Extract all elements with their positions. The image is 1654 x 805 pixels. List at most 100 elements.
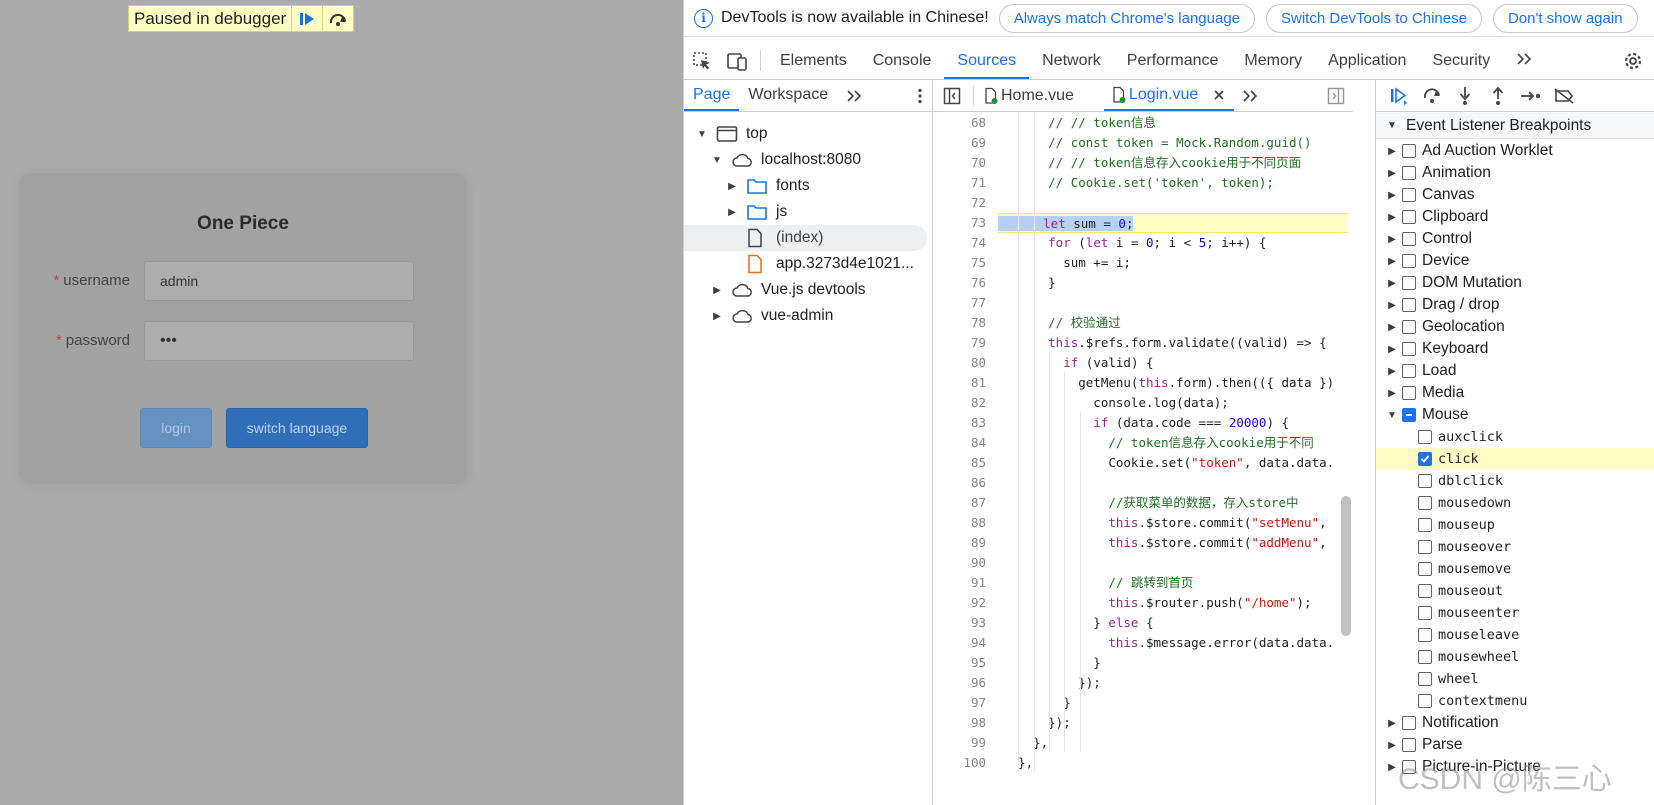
switch-language-button[interactable]: switch language [226, 408, 368, 448]
breakpoint-category-load[interactable]: ▶ Load [1376, 360, 1654, 382]
breakpoint-category-geolocation[interactable]: ▶ Geolocation [1376, 316, 1654, 338]
breakpoint-category-control[interactable]: ▶ Control [1376, 228, 1654, 250]
line-number[interactable]: 86 [933, 473, 986, 493]
navigator-menu-button[interactable] [908, 80, 932, 111]
navigator-more-tabs-button[interactable] [837, 80, 871, 111]
step-over-button[interactable] [322, 6, 353, 31]
line-number[interactable]: 69 [933, 133, 986, 153]
tree-item-vue-devtools[interactable]: ▶ Vue.js devtools [711, 277, 865, 303]
breakpoint-checkbox[interactable] [1402, 342, 1416, 356]
breakpoint-checkbox[interactable] [1402, 254, 1416, 268]
breakpoint-category-keyboard[interactable]: ▶ Keyboard [1376, 338, 1654, 360]
line-number[interactable]: 81 [933, 373, 986, 393]
event-listener-breakpoints-header[interactable]: ▼ Event Listener Breakpoints [1376, 113, 1654, 139]
breakpoint-event-mouseleave[interactable]: mouseleave [1376, 624, 1654, 646]
line-number[interactable]: 75 [933, 253, 986, 273]
breakpoint-category-mouse[interactable]: ▼ Mouse [1376, 404, 1654, 426]
breakpoint-category-ad-auction-worklet[interactable]: ▶ Ad Auction Worklet [1376, 140, 1654, 162]
breakpoint-checkbox[interactable] [1418, 672, 1432, 686]
tree-item-index[interactable]: (index) [684, 225, 927, 251]
step-out-button[interactable] [1481, 82, 1514, 110]
device-toolbar-button[interactable] [719, 42, 754, 79]
breakpoint-category-canvas[interactable]: ▶ Canvas [1376, 184, 1654, 206]
inspect-element-button[interactable] [684, 42, 719, 79]
step-button[interactable] [1514, 82, 1547, 110]
line-number[interactable]: 95 [933, 653, 986, 673]
breakpoint-checkbox[interactable] [1418, 540, 1432, 554]
breakpoint-category-parse[interactable]: ▶ Parse [1376, 734, 1654, 756]
breakpoint-checkbox[interactable] [1418, 452, 1432, 466]
vertical-scrollbar[interactable] [1341, 496, 1351, 636]
breakpoint-event-click[interactable]: click [1376, 448, 1654, 470]
code-view[interactable]: 68 69 70 71 72 73 74 75 76 77 78 79 80 81 82 83 84 85 86 87… [933, 112, 1353, 805]
dont-show-again-button[interactable]: Don't show again [1492, 3, 1638, 33]
step-over-button[interactable] [1415, 82, 1448, 110]
breakpoint-checkbox[interactable] [1402, 276, 1416, 290]
breakpoint-event-mouseenter[interactable]: mouseenter [1376, 602, 1654, 624]
breakpoint-checkbox[interactable] [1402, 364, 1416, 378]
breakpoint-checkbox[interactable] [1418, 474, 1432, 488]
breakpoint-checkbox[interactable] [1402, 320, 1416, 334]
line-number[interactable]: 90 [933, 553, 986, 573]
tree-item-top[interactable]: ▼ top [696, 121, 768, 147]
tab-application[interactable]: Application [1315, 42, 1419, 79]
resume-button[interactable] [291, 6, 322, 31]
line-number[interactable]: 93 [933, 613, 986, 633]
line-number[interactable]: 91 [933, 573, 986, 593]
breakpoint-checkbox[interactable] [1402, 166, 1416, 180]
line-number[interactable]: 94 [933, 633, 986, 653]
tab-memory[interactable]: Memory [1231, 42, 1315, 79]
tree-item-vue-admin[interactable]: ▶ vue-admin [711, 303, 833, 329]
line-number[interactable]: 80 [933, 353, 986, 373]
breakpoint-category-animation[interactable]: ▶ Animation [1376, 162, 1654, 184]
switch-to-chinese-button[interactable]: Switch DevTools to Chinese [1266, 3, 1482, 33]
breakpoint-checkbox[interactable] [1402, 298, 1416, 312]
tab-elements[interactable]: Elements [767, 42, 860, 79]
tab-performance[interactable]: Performance [1114, 42, 1232, 79]
tab-security[interactable]: Security [1419, 42, 1503, 79]
editor-tab-login-vue[interactable]: Login.vue [1103, 80, 1235, 111]
breakpoint-event-auxclick[interactable]: auxclick [1376, 426, 1654, 448]
breakpoint-checkbox[interactable] [1418, 562, 1432, 576]
breakpoint-checkbox[interactable] [1402, 386, 1416, 400]
breakpoint-checkbox[interactable] [1418, 606, 1432, 620]
line-number[interactable]: 79 [933, 333, 986, 353]
breakpoint-event-mouseup[interactable]: mouseup [1376, 514, 1654, 536]
breakpoint-category-dom-mutation[interactable]: ▶ DOM Mutation [1376, 272, 1654, 294]
line-number[interactable]: 98 [933, 713, 986, 733]
breakpoint-checkbox[interactable] [1402, 232, 1416, 246]
tree-item-localhost[interactable]: ▼ localhost:8080 [711, 147, 861, 173]
username-input[interactable]: admin [144, 261, 414, 301]
breakpoint-event-dblclick[interactable]: dblclick [1376, 470, 1654, 492]
line-number[interactable]: 83 [933, 413, 986, 433]
line-number[interactable]: 72 [933, 193, 986, 213]
settings-button[interactable] [1616, 42, 1650, 80]
line-number[interactable]: 85 [933, 453, 986, 473]
breakpoint-event-mousedown[interactable]: mousedown [1376, 492, 1654, 514]
tree-item-js[interactable]: ▶ js [726, 199, 787, 225]
breakpoint-category-notification[interactable]: ▶ Notification [1376, 712, 1654, 734]
tab-console[interactable]: Console [860, 42, 945, 79]
step-into-button[interactable] [1448, 82, 1481, 110]
line-number[interactable]: 82 [933, 393, 986, 413]
always-match-language-button[interactable]: Always match Chrome's language [998, 3, 1256, 33]
breakpoint-checkbox[interactable] [1402, 188, 1416, 202]
breakpoint-checkbox[interactable] [1402, 144, 1416, 158]
breakpoint-event-mouseover[interactable]: mouseover [1376, 536, 1654, 558]
line-number[interactable]: 76 [933, 273, 986, 293]
more-editor-tabs-button[interactable] [1234, 80, 1266, 111]
line-number[interactable]: 84 [933, 433, 986, 453]
tab-sources[interactable]: Sources [944, 42, 1030, 79]
breakpoint-checkbox[interactable] [1418, 430, 1432, 444]
breakpoint-event-contextmenu[interactable]: contextmenu [1376, 690, 1654, 712]
breakpoint-checkbox[interactable] [1402, 210, 1416, 224]
deactivate-breakpoints-button[interactable] [1547, 82, 1580, 110]
line-number[interactable]: 89 [933, 533, 986, 553]
login-button[interactable]: login [140, 408, 212, 448]
line-number[interactable]: 92 [933, 593, 986, 613]
breakpoint-checkbox[interactable] [1418, 650, 1432, 664]
line-number[interactable]: 88 [933, 513, 986, 533]
line-number[interactable]: 68 [933, 113, 986, 133]
line-number[interactable]: 100 [933, 753, 986, 773]
breakpoint-checkbox[interactable] [1418, 584, 1432, 598]
